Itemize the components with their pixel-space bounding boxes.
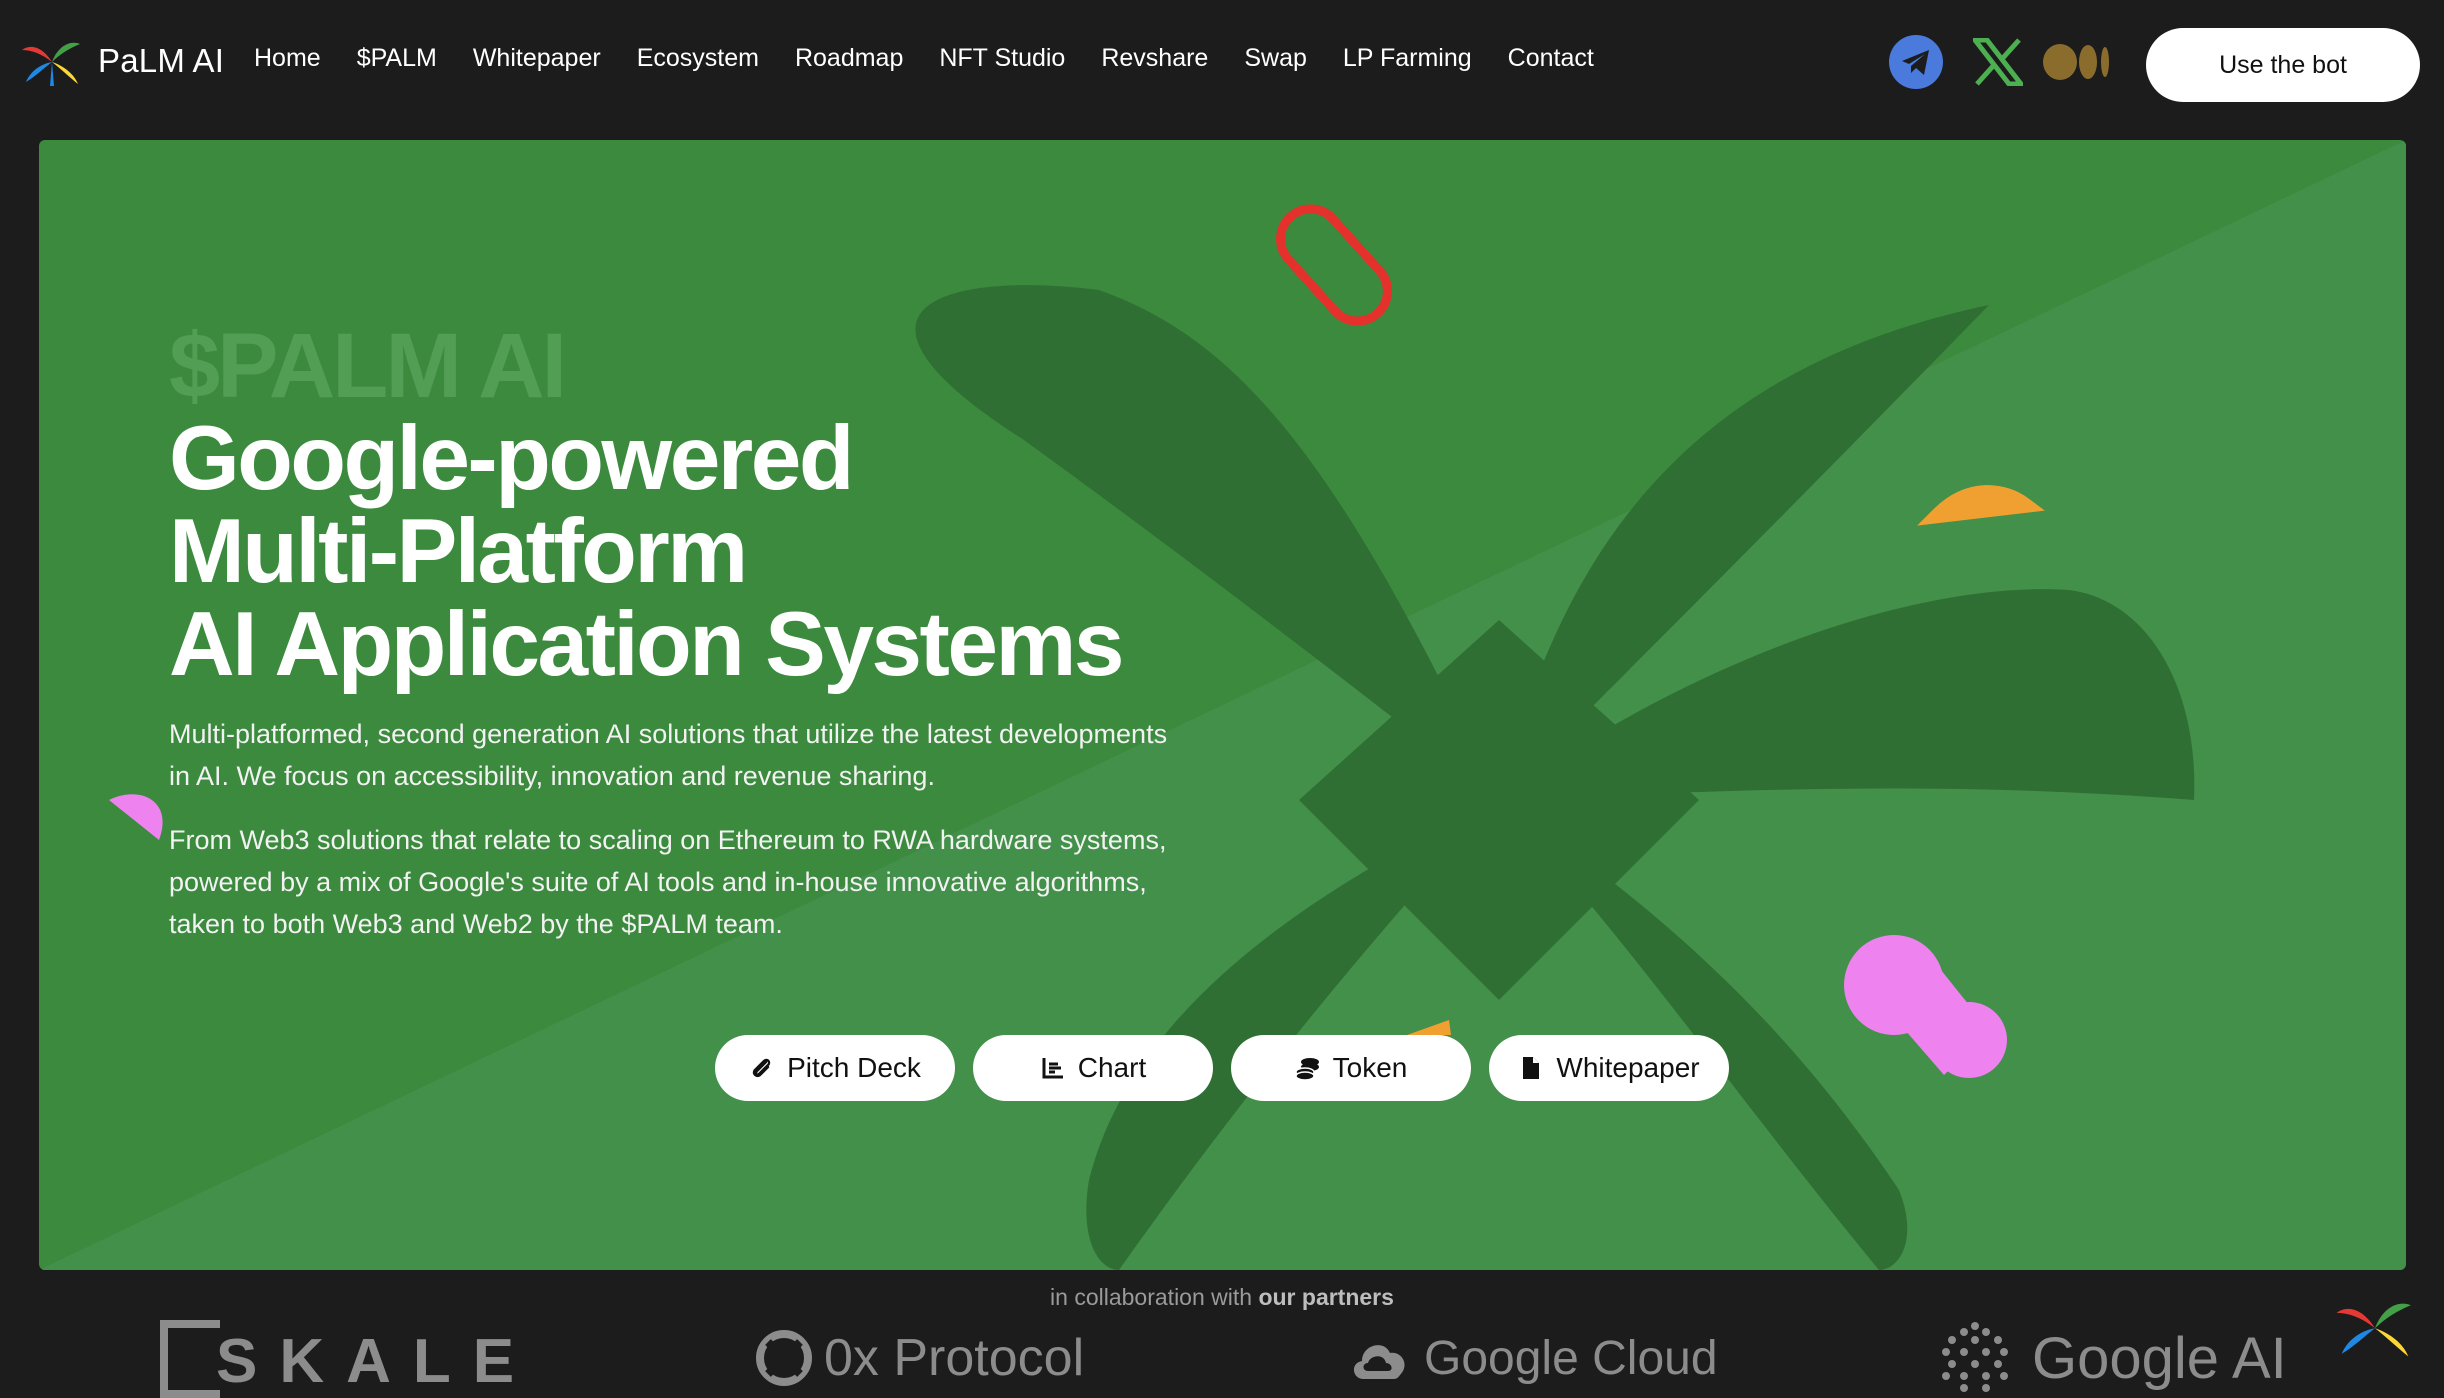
- hero-title-line-3: AI Application Systems: [169, 594, 1124, 695]
- hero-kicker: $PALM AI: [169, 315, 567, 417]
- nav-lp-farming[interactable]: LP Farming: [1343, 44, 1472, 73]
- use-the-bot-button[interactable]: Use the bot: [2146, 28, 2420, 102]
- token-button[interactable]: Token: [1231, 1035, 1471, 1101]
- google-cloud-label: Google Cloud: [1424, 1331, 1718, 1385]
- nav-nft-studio[interactable]: NFT Studio: [939, 44, 1065, 73]
- nav-contact[interactable]: Contact: [1508, 44, 1594, 73]
- nav-home[interactable]: Home: [254, 44, 321, 73]
- partners-caption-prefix: in collaboration with: [1050, 1284, 1253, 1310]
- document-icon: [1523, 1057, 1540, 1079]
- partner-google-cloud[interactable]: Google Cloud: [1350, 1318, 1718, 1398]
- chart-icon: [1042, 1058, 1063, 1079]
- whitepaper-label: Whitepaper: [1556, 1052, 1700, 1083]
- nav-ecosystem[interactable]: Ecosystem: [637, 44, 759, 73]
- 0x-protocol-icon: [756, 1330, 812, 1386]
- google-ai-dots-icon: [1942, 1322, 2008, 1392]
- nav-palm[interactable]: $PALM: [357, 44, 437, 73]
- cloud-icon: [1353, 1345, 1405, 1379]
- hero-paragraph-1: Multi-platformed, second generation AI s…: [169, 719, 1168, 791]
- pitch-deck-button[interactable]: Pitch Deck: [715, 1035, 955, 1101]
- palm-tree-icon[interactable]: [2334, 1294, 2416, 1360]
- top-navbar: PaLM AI Home $PALM Whitepaper Ecosystem …: [0, 0, 2444, 126]
- nav-links: Home $PALM Whitepaper Ecosystem Roadmap …: [254, 44, 1630, 73]
- chart-label: Chart: [1077, 1052, 1147, 1083]
- token-label: Token: [1332, 1052, 1408, 1083]
- nav-revshare[interactable]: Revshare: [1101, 44, 1208, 73]
- hero-button-row: Pitch Deck Chart Token Whitepaper: [715, 1035, 1729, 1101]
- whitepaper-button[interactable]: Whitepaper: [1489, 1035, 1729, 1101]
- hero-title-line-2: Multi-Platform: [169, 501, 748, 602]
- hero-paragraph-2: From Web3 solutions that relate to scali…: [169, 825, 1167, 939]
- hero-text-block: $PALM AI Google-powered Multi-Platform A…: [169, 320, 1369, 945]
- 0x-protocol-label: 0x Protocol: [824, 1329, 1085, 1387]
- partner-google-ai[interactable]: Google AI: [1940, 1318, 2287, 1398]
- telegram-icon[interactable]: [1888, 34, 1944, 90]
- hero-title: Google-powered Multi-Platform AI Applica…: [169, 412, 1369, 691]
- google-ai-label: Google AI: [2032, 1325, 2287, 1391]
- nav-roadmap[interactable]: Roadmap: [795, 44, 903, 73]
- partners-caption-bold: our partners: [1258, 1284, 1394, 1310]
- skale-label: SKALE: [216, 1327, 537, 1396]
- nav-swap[interactable]: Swap: [1244, 44, 1307, 73]
- nav-whitepaper[interactable]: Whitepaper: [473, 44, 601, 73]
- palm-tree-icon: [22, 42, 80, 86]
- partner-skale[interactable]: SKALE: [160, 1318, 514, 1398]
- coins-icon: [1294, 1058, 1319, 1081]
- brand-name: PaLM AI: [98, 42, 225, 79]
- partners-caption: in collaboration with our partners: [0, 1284, 2444, 1311]
- chart-button[interactable]: Chart: [973, 1035, 1213, 1101]
- hero-section: $PALM AI Google-powered Multi-Platform A…: [39, 140, 2406, 1270]
- x-icon[interactable]: [1970, 34, 2026, 90]
- medium-icon[interactable]: [2042, 34, 2112, 90]
- hero-title-line-1: Google-powered: [169, 408, 854, 509]
- paperclip-icon: [752, 1058, 771, 1078]
- brand[interactable]: PaLM AI: [20, 36, 224, 86]
- partner-0x-protocol[interactable]: 0x Protocol: [756, 1318, 1084, 1398]
- pitch-deck-label: Pitch Deck: [787, 1052, 921, 1083]
